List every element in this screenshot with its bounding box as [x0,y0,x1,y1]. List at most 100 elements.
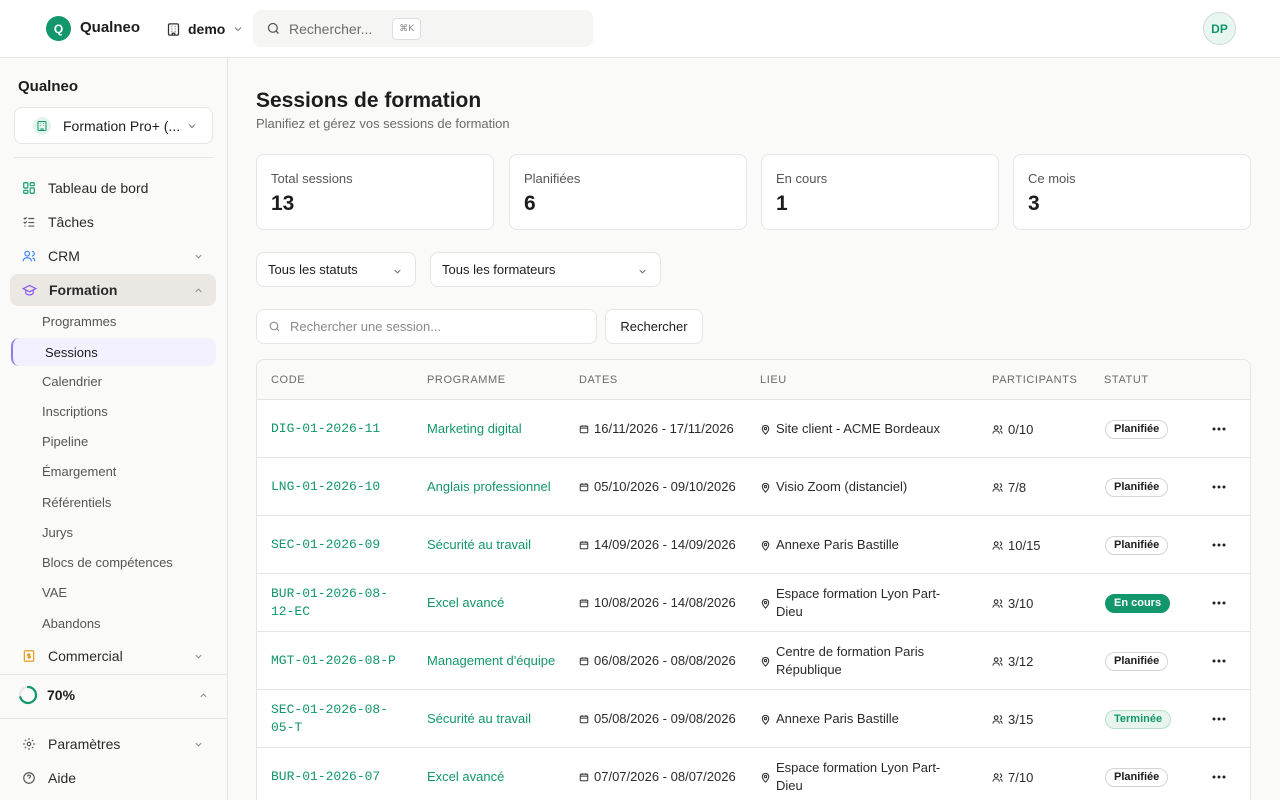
session-code-link[interactable]: BUR-01-2026-07 [271,748,411,800]
dates-cell: 05/10/2026 - 09/10/2026 [579,458,749,516]
status-badge: Planifiée [1105,651,1169,671]
row-actions-button[interactable] [1211,632,1227,690]
sidebar-sub-emargement[interactable]: Émargement [42,464,116,479]
organization-select[interactable]: Formation Pro+ (... [14,107,213,144]
row-actions-button[interactable] [1211,748,1227,800]
global-search[interactable]: Rechercher... ⌘K [253,10,593,47]
session-search-input[interactable]: Rechercher une session... [256,309,597,344]
table-row[interactable]: SEC-01-2026-08-05-T Sécurité au travail 05… [257,690,1250,748]
row-actions-button[interactable] [1211,574,1227,632]
sidebar-item-crm[interactable]: CRM [10,240,216,272]
status-cell: Planifiée [1105,748,1169,800]
programme-link[interactable]: Anglais professionnel [427,458,557,516]
global-search-placeholder: Rechercher... [289,20,373,37]
column-header-code[interactable]: CODE [271,374,305,386]
table-row[interactable]: MGT-01-2026-08-P Management d'équipe 06/08… [257,632,1250,690]
sidebar-item-tasks[interactable]: Tâches [10,206,216,238]
stat-planned: Planifiées 6 [509,154,747,230]
programme-link[interactable]: Excel avancé [427,574,557,632]
stat-value: 6 [524,192,536,215]
row-actions-button[interactable] [1211,690,1227,748]
location-text: Annexe Paris Bastille [776,537,899,552]
table-row[interactable]: SEC-01-2026-09 Sécurité au travail 14/09/2… [257,516,1250,574]
sidebar-sub-abandons[interactable]: Abandons [42,616,101,631]
programme-link[interactable]: Sécurité au travail [427,690,557,748]
stat-value: 13 [271,192,295,215]
table-row[interactable]: DIG-01-2026-11 Marketing digital 16/11/202… [257,400,1250,458]
search-button[interactable]: Rechercher [605,309,703,344]
main-content: Sessions de formation Planifiez et gérez… [228,58,1280,800]
calendar-icon [579,656,589,666]
logo-badge[interactable]: Q [46,16,71,41]
sidebar-sub-vae[interactable]: VAE [42,585,67,600]
sidebar-sub-programmes[interactable]: Programmes [42,314,116,329]
workspace-switcher[interactable]: demo [166,18,244,40]
users-icon [992,598,1003,609]
participants-cell: 10/15 [992,516,1072,574]
participants-text: 7/10 [1008,769,1034,785]
sidebar-item-settings[interactable]: Paramètres [10,728,216,760]
gear-icon [22,737,36,751]
sidebar-item-help[interactable]: Aide [10,762,216,794]
progress-ring-icon [18,685,38,705]
onboarding-progress[interactable]: 70% [18,685,207,705]
stat-total-sessions: Total sessions 13 [256,154,494,230]
programme-link[interactable]: Management d'équipe [427,632,557,690]
participants-cell: 3/10 [992,574,1072,632]
sidebar-sub-blocs[interactable]: Blocs de compétences [42,555,173,570]
row-actions-button[interactable] [1211,400,1227,458]
stat-label: Planifiées [524,171,581,186]
chevron-down-icon [193,251,204,262]
table-row[interactable]: BUR-01-2026-08-12-EC Excel avancé 10/08/20… [257,574,1250,632]
trainer-filter-value: Tous les formateurs [442,262,556,277]
sidebar-sub-sessions[interactable]: Sessions [11,338,216,366]
app-name[interactable]: Qualneo [80,19,140,36]
column-header-lieu[interactable]: LIEU [760,374,787,386]
map-pin-icon [760,772,771,783]
sidebar-sub-calendrier[interactable]: Calendrier [42,374,102,389]
session-code-link[interactable]: SEC-01-2026-08-05-T [271,690,411,748]
session-search-placeholder: Rechercher une session... [290,319,442,334]
row-actions-button[interactable] [1211,458,1227,516]
sidebar-item-label: Tableau de bord [48,180,149,196]
sidebar-sub-referentiels[interactable]: Référentiels [42,495,111,510]
more-horizontal-icon [1212,775,1226,779]
dates-cell: 07/07/2026 - 08/07/2026 [579,748,749,800]
column-header-dates[interactable]: DATES [579,374,618,386]
trainer-filter-select[interactable]: Tous les formateurs [430,252,661,287]
column-header-participants[interactable]: PARTICIPANTS [992,374,1077,386]
user-avatar[interactable]: DP [1203,12,1236,45]
column-header-statut[interactable]: STATUT [1104,374,1149,386]
session-code-link[interactable]: SEC-01-2026-09 [271,516,411,574]
sidebar-sub-pipeline[interactable]: Pipeline [42,434,88,449]
table-row[interactable]: LNG-01-2026-10 Anglais professionnel 05/10… [257,458,1250,516]
location-cell: Annexe Paris Bastille [760,516,960,574]
calendar-icon [579,424,589,434]
sidebar-sub-jurys[interactable]: Jurys [42,525,73,540]
sidebar-item-formation[interactable]: Formation [10,274,216,306]
programme-link[interactable]: Sécurité au travail [427,516,557,574]
programme-link[interactable]: Excel avancé [427,748,557,800]
table-row[interactable]: BUR-01-2026-07 Excel avancé 07/07/2026 - 0… [257,748,1250,800]
session-code-link[interactable]: MGT-01-2026-08-P [271,632,411,690]
location-cell: Espace formation Lyon Part-Dieu [760,748,960,800]
status-filter-select[interactable]: Tous les statuts [256,252,416,287]
session-code-link[interactable]: LNG-01-2026-10 [271,458,411,516]
dates-text: 16/11/2026 - 17/11/2026 [594,421,734,436]
programme-link[interactable]: Marketing digital [427,400,557,458]
row-actions-button[interactable] [1211,516,1227,574]
sidebar-item-commercial[interactable]: Commercial [10,640,216,672]
search-shortcut: ⌘K [392,17,422,40]
participants-cell: 3/15 [992,690,1072,748]
session-code-link[interactable]: BUR-01-2026-08-12-EC [271,574,411,632]
participants-cell: 7/8 [992,458,1072,516]
page-subtitle: Planifiez et gérez vos sessions de forma… [256,116,510,131]
users-icon [992,482,1003,493]
sidebar-item-dashboard[interactable]: Tableau de bord [10,172,216,204]
session-code-link[interactable]: DIG-01-2026-11 [271,400,411,458]
sidebar-sub-inscriptions[interactable]: Inscriptions [42,404,108,419]
map-pin-icon [760,598,771,609]
sidebar-item-label: CRM [48,248,80,264]
column-header-programme[interactable]: PROGRAMME [427,374,506,386]
sidebar-item-label: Aide [48,770,77,786]
